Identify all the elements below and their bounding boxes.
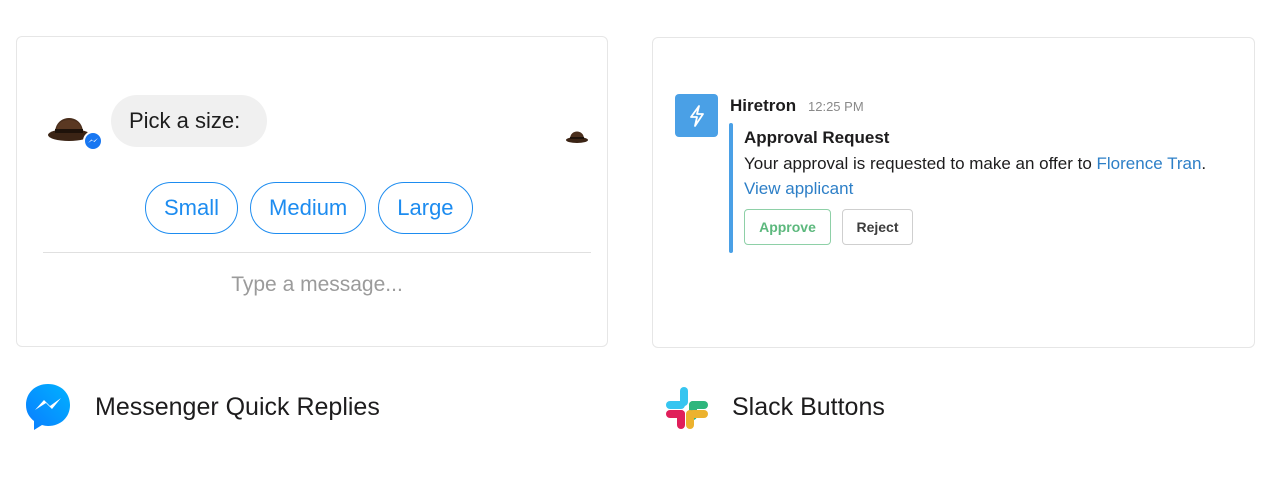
message-input[interactable]: Type a message... [43,265,591,305]
bot-name[interactable]: Hiretron [730,96,796,116]
read-receipt-avatar-icon [566,131,588,143]
messenger-caption: Messenger Quick Replies [95,393,380,421]
composer-divider [43,252,591,253]
quick-reply-small[interactable]: Small [145,182,239,234]
quick-reply-medium[interactable]: Medium [250,182,367,234]
slack-logo-icon [666,387,708,429]
quick-reply-large[interactable]: Large [378,182,473,234]
quick-replies: Small Medium Large [145,182,473,234]
slack-caption: Slack Buttons [732,393,885,421]
attachment-title: Approval Request [744,128,890,147]
message-timestamp[interactable]: 12:25 PM [808,99,864,114]
attachment-color-bar [729,123,733,253]
applicant-link[interactable]: Florence Tran [1097,154,1202,173]
attachment-text: Your approval is requested to make an of… [744,154,1207,173]
reject-button[interactable]: Reject [842,209,913,245]
messenger-badge-icon [83,131,103,151]
messenger-chat-card: Pick a size: Small Medium Large Type a m… [16,36,608,347]
bot-message-bubble: Pick a size: [111,95,267,147]
slack-message-card: Hiretron 12:25 PM Approval Request Your … [652,37,1255,348]
view-applicant-link[interactable]: View applicant [744,179,853,199]
lightning-bolt-icon [689,104,704,127]
messenger-logo-icon [26,384,70,430]
bot-avatar [675,94,718,137]
approve-button[interactable]: Approve [744,209,831,245]
